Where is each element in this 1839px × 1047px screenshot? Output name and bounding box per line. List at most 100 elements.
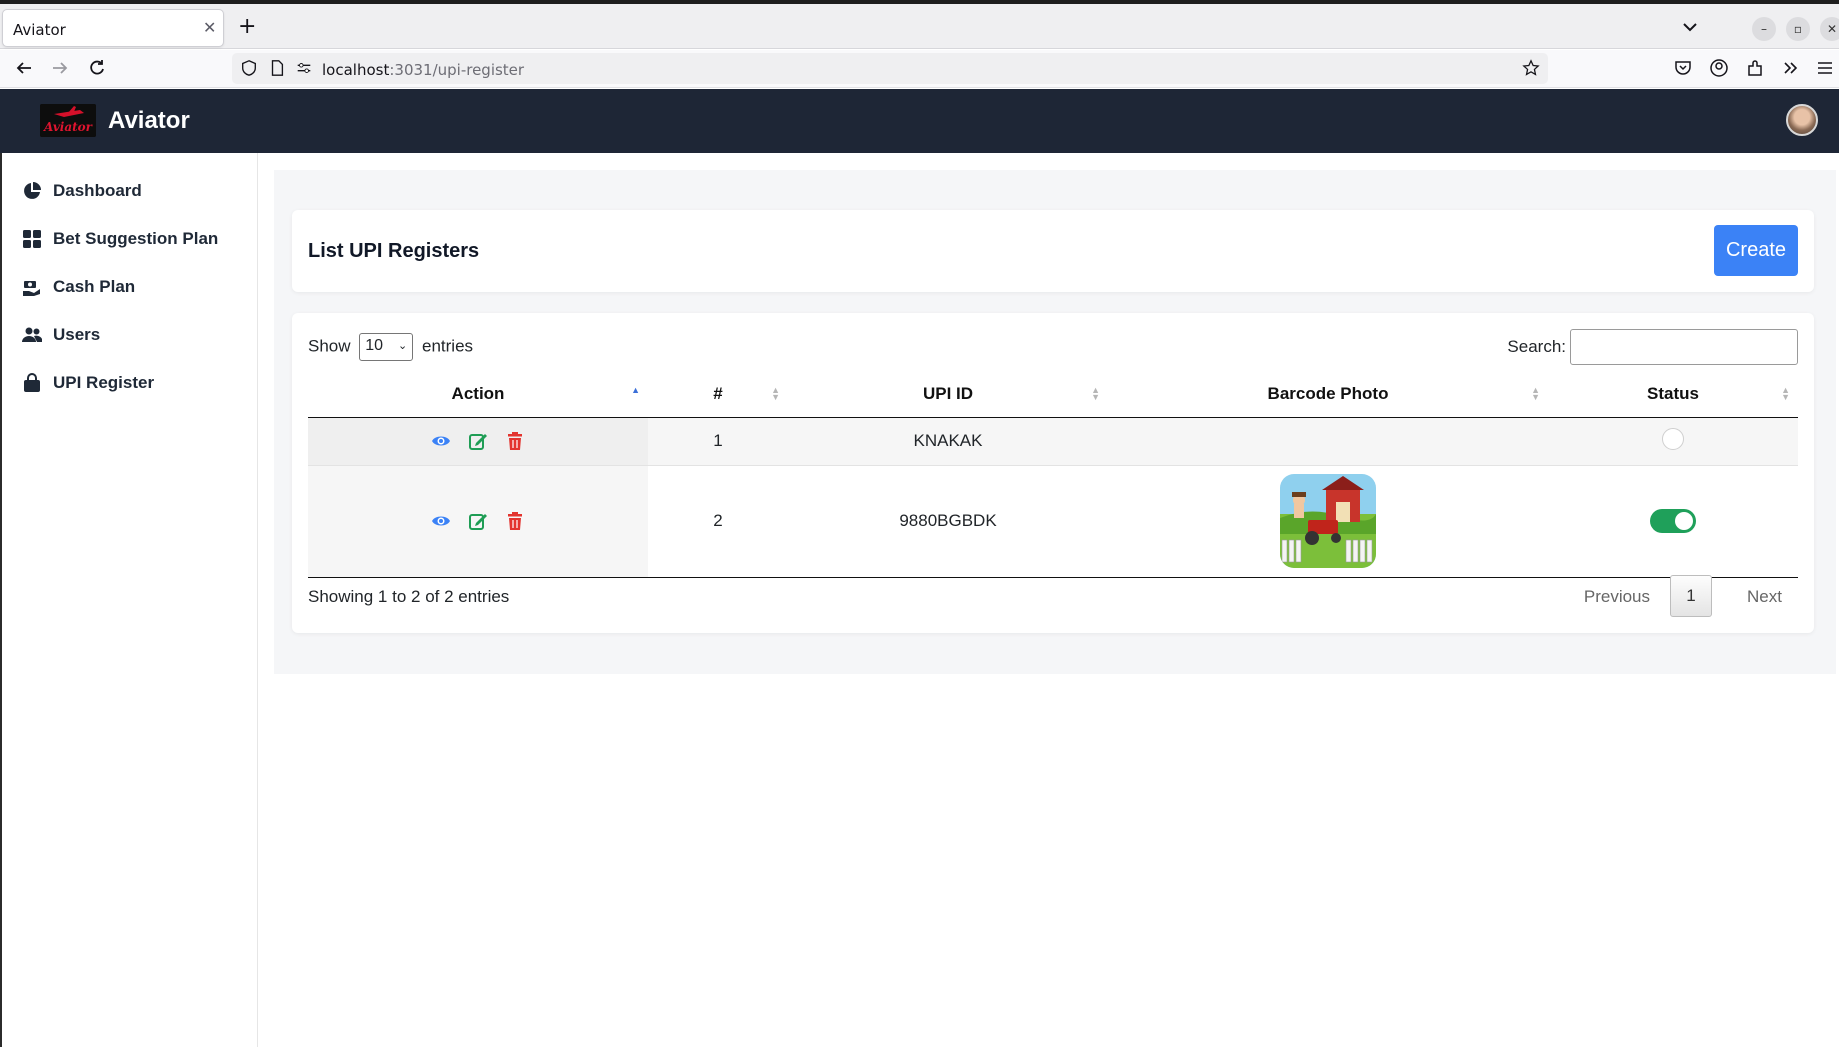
- restore-icon[interactable]: ▫: [1786, 17, 1810, 41]
- farm-illustration: [1280, 474, 1376, 568]
- page-size-value: 10: [365, 337, 384, 354]
- column-header-status[interactable]: Status ▲ ▼: [1548, 371, 1798, 418]
- browser-tab[interactable]: Aviator ✕: [2, 9, 224, 47]
- delete-trash-icon[interactable]: [505, 511, 525, 531]
- sidebar-item-users[interactable]: Users: [20, 323, 250, 347]
- chevron-down-icon: ⌄: [398, 340, 408, 352]
- aviator-logo-image: Aviator: [40, 104, 96, 137]
- grid-icon: [23, 230, 41, 248]
- bag-icon: [24, 373, 40, 392]
- svg-text:Aviator: Aviator: [43, 120, 94, 134]
- status-cell: [1548, 417, 1798, 466]
- page-1-button[interactable]: 1: [1670, 575, 1712, 617]
- upi-register-table: Action ▲ # ▲ ▼ UPI ID ▲ ▼ Barcode Photo ▲ ▼ Sta…: [308, 371, 1798, 578]
- app-title: Aviator: [108, 107, 190, 134]
- status-cell: [1548, 465, 1798, 577]
- previous-page-button[interactable]: Previous: [1584, 587, 1650, 607]
- upi-table-card: Show 10 ⌄ entries Search: Action ▲ # ▲ ▼ UPI…: [292, 313, 1814, 633]
- permissions-icon[interactable]: [295, 59, 313, 77]
- url-text: localhost:3031/upi-register: [322, 61, 524, 79]
- sidebar-item-label: UPI Register: [53, 373, 155, 392]
- shield-icon[interactable]: [240, 59, 258, 77]
- view-eye-icon[interactable]: [431, 511, 451, 531]
- delete-trash-icon[interactable]: [505, 431, 525, 451]
- table-info: Showing 1 to 2 of 2 entries: [308, 587, 510, 606]
- sidebar-item-dashboard[interactable]: Dashboard: [20, 179, 250, 203]
- barcode-photo-cell: [1108, 465, 1548, 577]
- sidebar-item-label: Bet Suggestion Plan: [53, 229, 219, 248]
- pocket-icon[interactable]: [1673, 58, 1693, 78]
- status-toggle-on[interactable]: [1650, 509, 1696, 533]
- entries-label: entries: [422, 336, 474, 356]
- upi-id: KNAKAK: [788, 417, 1108, 466]
- column-header-label: Action: [451, 383, 505, 403]
- extensions-icon[interactable]: [1745, 58, 1765, 78]
- forward-icon[interactable]: [50, 58, 70, 78]
- browser-nav-bar: localhost:3031/upi-register: [0, 50, 1839, 88]
- sort-icon: ▲ ▼: [1781, 385, 1790, 402]
- users-icon: [22, 327, 42, 342]
- url-path: :3031/upi-register: [389, 61, 525, 79]
- new-tab-button[interactable]: +: [238, 16, 256, 38]
- row-number: 2: [648, 465, 788, 577]
- column-header-label: #: [713, 383, 723, 403]
- show-label: Show: [308, 336, 351, 356]
- menu-icon[interactable]: [1815, 58, 1835, 78]
- tab-title: Aviator: [13, 21, 66, 39]
- browser-tab-bar: Aviator ✕ + – ▫ ✕: [0, 4, 1839, 49]
- bookmark-star-icon[interactable]: [1522, 59, 1540, 77]
- action-cell: [308, 417, 648, 466]
- overflow-chevrons-icon[interactable]: [1781, 58, 1801, 78]
- table-row: 2 9880BGBDK: [308, 465, 1798, 577]
- tab-list-chevron-icon[interactable]: [1680, 17, 1700, 37]
- page-icon[interactable]: [268, 59, 286, 77]
- page-size-select[interactable]: 10 ⌄: [359, 333, 414, 361]
- toggle-knob: [1675, 512, 1693, 530]
- column-header-action[interactable]: Action ▲: [308, 371, 648, 418]
- close-window-icon[interactable]: ✕: [1820, 17, 1839, 41]
- status-toggle-off[interactable]: [1662, 427, 1684, 450]
- app-header: Aviator Aviator: [0, 89, 1839, 153]
- url-bar[interactable]: localhost:3031/upi-register: [232, 53, 1548, 84]
- sidebar-item-label: Cash Plan: [53, 277, 136, 296]
- page-size-control: Show 10 ⌄ entries: [308, 333, 473, 361]
- cash-hand-icon: [23, 281, 40, 296]
- next-page-button[interactable]: Next: [1747, 587, 1782, 607]
- page-header-card: List UPI Registers Create: [292, 210, 1814, 292]
- reload-icon[interactable]: [87, 58, 107, 78]
- column-header-label: Barcode Photo: [1267, 383, 1389, 403]
- table-row: 1 KNAKAK: [308, 417, 1798, 466]
- back-icon[interactable]: [14, 58, 34, 78]
- search-input[interactable]: [1570, 329, 1798, 365]
- sidebar-item-cash-plan[interactable]: Cash Plan: [20, 275, 250, 299]
- sidebar-item-bet-suggestion-plan[interactable]: Bet Suggestion Plan: [20, 227, 250, 251]
- barcode-photo-cell: [1108, 417, 1548, 466]
- column-header-label: Status: [1647, 383, 1699, 403]
- account-icon[interactable]: [1709, 58, 1729, 78]
- sort-asc-icon: ▲: [631, 385, 640, 395]
- edit-icon[interactable]: [468, 511, 488, 531]
- sort-icon: ▲ ▼: [1531, 385, 1540, 402]
- search-label: Search:: [1507, 337, 1566, 356]
- sort-icon: ▲ ▼: [771, 385, 780, 402]
- sidebar-item-upi-register[interactable]: UPI Register: [20, 371, 250, 395]
- minimize-icon[interactable]: –: [1752, 17, 1776, 41]
- column-header-number[interactable]: # ▲ ▼: [648, 371, 788, 418]
- action-cell: [308, 465, 648, 577]
- sort-icon: ▲ ▼: [1091, 385, 1100, 402]
- main-content: List UPI Registers Create Show 10 ⌄ entri…: [274, 170, 1836, 674]
- view-eye-icon[interactable]: [431, 431, 451, 451]
- create-button[interactable]: Create: [1714, 225, 1798, 276]
- column-header-barcode-photo[interactable]: Barcode Photo ▲ ▼: [1108, 371, 1548, 418]
- column-header-label: UPI ID: [922, 383, 974, 403]
- page-title: List UPI Registers: [308, 240, 480, 262]
- row-number: 1: [648, 417, 788, 466]
- aviator-logo[interactable]: Aviator: [40, 104, 96, 137]
- edit-icon[interactable]: [468, 431, 488, 451]
- column-header-upi-id[interactable]: UPI ID ▲ ▼: [788, 371, 1108, 418]
- url-host: localhost: [322, 61, 390, 79]
- user-avatar[interactable]: [1786, 104, 1818, 136]
- sidebar-item-label: Users: [53, 325, 101, 344]
- barcode-photo[interactable]: [1280, 474, 1376, 568]
- tab-close-icon[interactable]: ✕: [203, 18, 216, 37]
